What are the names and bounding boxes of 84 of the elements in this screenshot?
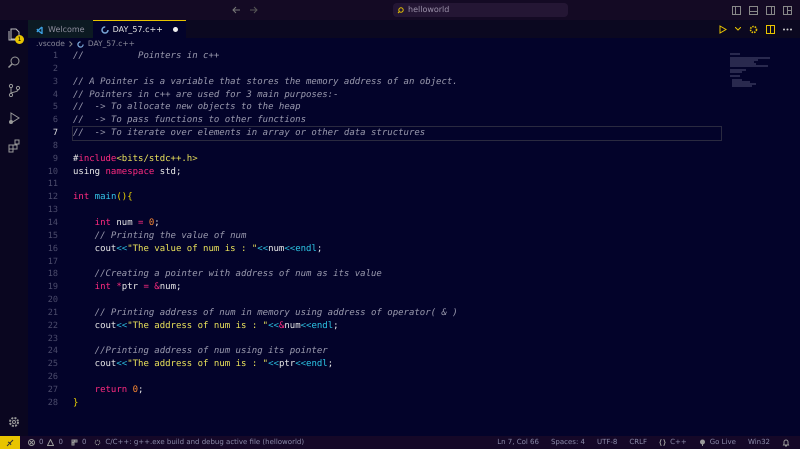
line-number: 26 (46, 371, 58, 384)
code-line: cout<<"The address of num is : "<<&num<<endl; (94, 320, 340, 333)
line-number: 22 (46, 320, 58, 333)
search-text: helloworld (408, 4, 450, 16)
line-number: 4 (52, 88, 58, 102)
source-control-icon[interactable] (7, 83, 21, 97)
ports-icon (70, 439, 78, 446)
chevron-down-icon[interactable] (735, 27, 741, 31)
split-editor-icon[interactable] (766, 24, 775, 34)
line-number: 5 (52, 101, 58, 114)
code-line: using namespace std; (73, 166, 182, 178)
code-line: cout<<"The value of num is : "<<num<<endl; (94, 242, 324, 256)
line-number: 20 (46, 294, 58, 307)
code-line: //Printing address of num using its pointer (94, 345, 329, 358)
code-line: int main(){ (73, 191, 134, 204)
panel-toggle-icon[interactable] (749, 6, 758, 14)
line-number: 7 (52, 127, 58, 140)
code-line: // Printing the value of num (94, 230, 248, 243)
line-number: 16 (46, 242, 58, 256)
code-line: // -> To pass functions to other functions (73, 114, 307, 128)
vscode-logo-icon (36, 26, 44, 34)
line-number: 21 (46, 306, 58, 320)
line-number: 11 (46, 178, 58, 192)
editor-tab[interactable]: DAY_57.c++ (92, 20, 186, 38)
line-number: 2 (52, 62, 58, 76)
remote-icon (6, 438, 14, 446)
error-icon (28, 439, 35, 446)
line-number: 23 (46, 332, 58, 346)
extensions-icon[interactable] (7, 139, 21, 153)
chevron-right-icon (68, 41, 73, 47)
code-line: // -> To iterate over elements in array or other data structures (73, 127, 721, 140)
command-center-search[interactable]: helloworld (393, 3, 568, 17)
bell-icon[interactable] (782, 438, 790, 446)
line-number: 6 (52, 114, 58, 128)
code-line: // A Pointer is a variable that stores the memory address of an object. (73, 76, 459, 89)
line-number: 13 (46, 204, 58, 217)
line-number: 10 (46, 166, 58, 178)
cpp-file-icon (76, 40, 84, 48)
sidebar-toggle-icon[interactable] (732, 6, 741, 14)
code-line: return 0; (94, 384, 144, 397)
code-line: cout<<"The address of num is : "<<ptr<<endl; (94, 358, 334, 372)
line-number: 1 (52, 50, 58, 63)
line-number: 19 (46, 281, 58, 294)
code-line: } (73, 396, 80, 410)
line-number: 25 (46, 358, 58, 372)
code-line: //Creating a pointer with address of num as its value (94, 268, 383, 282)
line-number: 8 (52, 140, 58, 153)
code-line: int num = 0; (94, 216, 161, 230)
more-icon[interactable] (783, 28, 792, 30)
search-icon[interactable] (7, 55, 21, 69)
line-number: 15 (46, 230, 58, 243)
line-number: 27 (46, 384, 58, 397)
settings-icon[interactable] (749, 24, 758, 34)
line-number: 24 (46, 345, 58, 358)
remote-button[interactable] (0, 436, 20, 449)
code-line: // Printing address of num in memory using address of operator( & ) (94, 306, 459, 320)
layout-icon[interactable] (783, 6, 792, 14)
settings-icon[interactable] (7, 415, 21, 429)
code-line: // -> To allocate new objects to the heap (73, 101, 302, 114)
line-number: 18 (46, 268, 58, 282)
explorer-icon[interactable] (7, 27, 21, 41)
code-line: #include<bits/stdc++.h> (73, 152, 199, 166)
line-number: 17 (46, 256, 58, 268)
run-debug-icon[interactable] (7, 111, 21, 125)
warning-icon (47, 439, 54, 446)
line-number: 3 (52, 76, 58, 89)
line-number: 28 (46, 396, 58, 410)
gear-icon (94, 439, 102, 446)
run-icon[interactable] (719, 24, 727, 34)
cpp-file-icon (100, 26, 109, 34)
braces-icon (659, 439, 666, 446)
secondary-sidebar-icon[interactable] (766, 6, 775, 14)
code-line: int *ptr = &num; (94, 281, 182, 294)
minimap-drawing (728, 52, 772, 88)
back-icon[interactable] (232, 6, 241, 14)
search-icon (397, 6, 404, 14)
code-line: // Pointers in c++ (73, 50, 220, 63)
broadcast-icon (698, 439, 706, 446)
line-number: 14 (46, 216, 58, 230)
code-line: // Pointers in c++ are used for 3 main purposes:- (73, 88, 340, 102)
editor-tab[interactable]: Welcome (28, 20, 93, 38)
line-number: 12 (46, 191, 58, 204)
line-number: 9 (52, 152, 58, 166)
forward-icon[interactable] (249, 6, 258, 14)
